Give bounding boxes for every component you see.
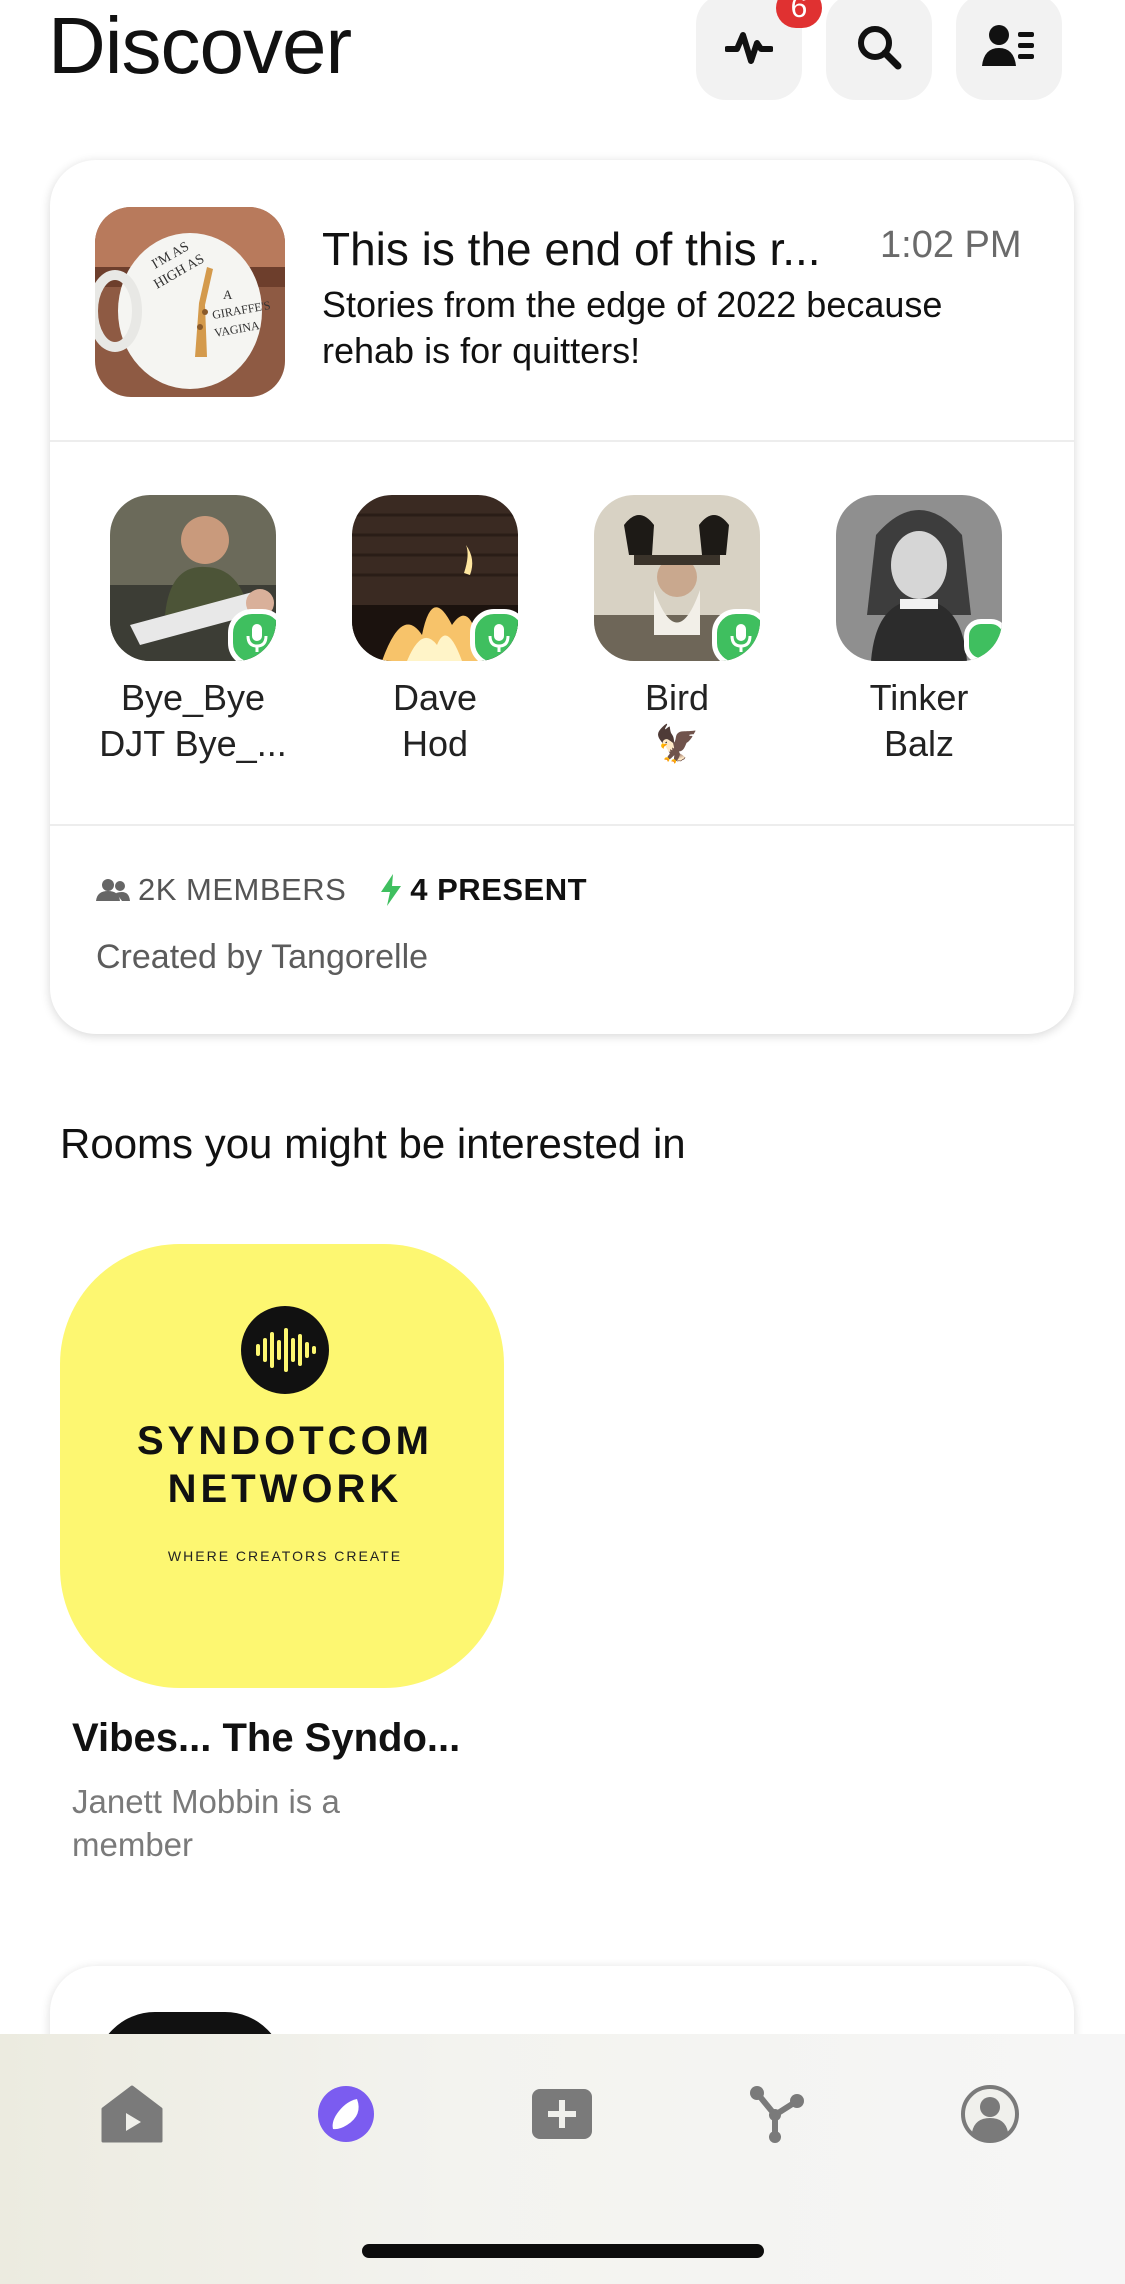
profile-icon — [961, 2085, 1019, 2143]
room-time: 1:02 PM — [880, 224, 1022, 266]
contacts-button[interactable] — [956, 0, 1062, 100]
lightning-icon — [381, 874, 402, 906]
tab-home[interactable] — [92, 2074, 172, 2154]
member-count: 2K MEMBERS — [138, 872, 347, 907]
tab-discover[interactable] — [306, 2074, 386, 2154]
home-indicator — [362, 2244, 764, 2258]
card-divider — [50, 824, 1074, 826]
member-name: Dave Hod — [392, 677, 478, 764]
room-description: Stories from the edge of 2022 because re… — [322, 284, 943, 371]
mic-icon — [470, 609, 518, 661]
present-count: 4 PRESENT — [410, 872, 588, 907]
logo-tagline: WHERE CREATORS CREATE — [168, 1548, 402, 1564]
activity-icon — [725, 32, 773, 64]
logo-line-1: SYNDOTCOM — [137, 1419, 433, 1463]
mug-text-3: A — [223, 287, 233, 302]
card-divider — [50, 440, 1074, 442]
member-item[interactable]: Tinker Balz — [836, 495, 1006, 767]
featured-room-card[interactable]: I'M AS HIGH AS A GIRAFFE'S VAGINA This i… — [50, 160, 1074, 1034]
contacts-icon — [982, 25, 1034, 66]
room-creator: Created by Tangorelle — [96, 938, 429, 976]
search-button[interactable] — [826, 0, 932, 100]
member-name: Tinker Balz — [869, 677, 969, 764]
section-title: Rooms you might be interested in — [60, 1120, 686, 1167]
member-item[interactable]: Bird 🦅 — [594, 495, 764, 767]
members-icon — [96, 879, 130, 901]
member-avatar — [352, 495, 518, 661]
online-indicator — [964, 619, 1002, 661]
suggested-room-tile[interactable]: SYNDOTCOM NETWORK WHERE CREATORS CREATE — [60, 1244, 504, 1688]
room-stats: 2K MEMBERS 4 PRESENT — [96, 872, 587, 908]
home-icon — [101, 2085, 163, 2143]
tab-create[interactable] — [522, 2074, 602, 2154]
mic-icon — [228, 609, 276, 661]
tab-profile[interactable] — [950, 2074, 1030, 2154]
logo-line-2: NETWORK — [168, 1467, 403, 1511]
notification-badge: 6 — [776, 0, 822, 28]
suggested-room-name[interactable]: Vibes... The Syndo... — [72, 1716, 492, 1761]
search-icon — [858, 26, 902, 70]
room-cover-image: I'M AS HIGH AS A GIRAFFE'S VAGINA — [95, 207, 285, 397]
page-title: Discover — [48, 1, 352, 90]
mic-icon — [712, 609, 760, 661]
network-icon — [750, 2086, 804, 2143]
member-avatar — [594, 495, 760, 661]
compass-icon — [318, 2086, 374, 2142]
member-avatar — [110, 495, 276, 661]
tab-connections[interactable] — [736, 2074, 816, 2154]
member-item[interactable]: Bye_Bye DJT Bye_... — [99, 495, 287, 767]
member-name: Bird 🦅 — [644, 677, 710, 764]
room-title: This is the end of this r... — [322, 223, 821, 275]
suggested-room-subtitle: Janett Mobbin is a member — [72, 1783, 340, 1863]
add-icon — [532, 2089, 592, 2139]
member-name: Bye_Bye DJT Bye_... — [99, 677, 287, 764]
member-avatar — [836, 495, 1002, 661]
member-item[interactable]: Dave Hod — [352, 495, 522, 767]
